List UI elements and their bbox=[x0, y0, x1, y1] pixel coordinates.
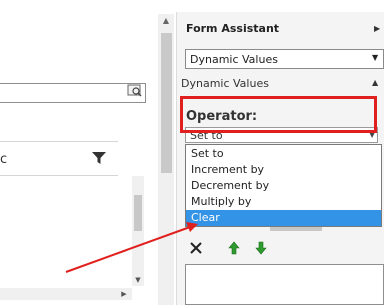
annotation-arrow bbox=[65, 222, 198, 273]
